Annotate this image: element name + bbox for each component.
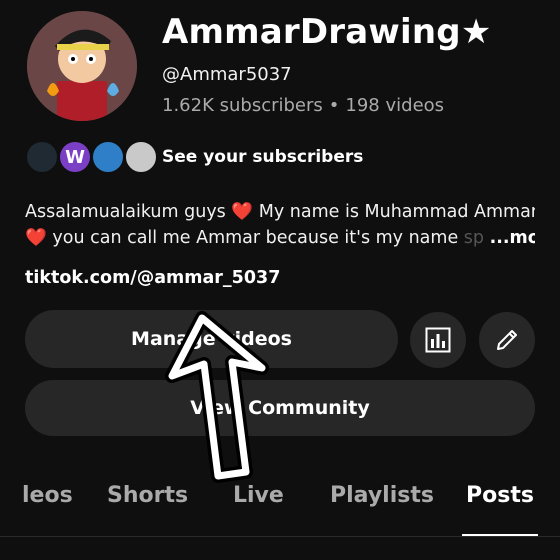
pencil-icon xyxy=(497,330,517,350)
heart-icon: ❤️ xyxy=(231,202,254,222)
analytics-button[interactable] xyxy=(410,312,466,368)
view-community-label: View Community xyxy=(190,397,370,419)
analytics-icon xyxy=(425,327,451,353)
avatar-illustration xyxy=(27,11,137,121)
more-link[interactable]: ...more xyxy=(490,228,535,248)
subscriber-avatar xyxy=(124,140,158,174)
description-text-faded: sp xyxy=(463,228,485,248)
heart-icon: ❤️ xyxy=(25,228,47,248)
channel-avatar[interactable] xyxy=(27,11,137,121)
channel-name: AmmarDrawing★ xyxy=(162,12,492,52)
stats-separator: • xyxy=(328,95,340,116)
subscriber-count: 1.62K subscribers xyxy=(162,95,323,116)
view-community-button[interactable]: View Community xyxy=(25,380,535,436)
description-text: My name is Muhammad Ammar xyxy=(258,202,535,222)
manage-videos-button[interactable]: Manage videos xyxy=(25,310,398,368)
manage-videos-label: Manage videos xyxy=(131,328,292,350)
tab-posts[interactable]: Posts xyxy=(466,483,534,508)
tab-live[interactable]: Live xyxy=(233,483,284,508)
tabs-divider xyxy=(0,536,560,537)
subscriber-avatar: W xyxy=(58,140,92,174)
see-subscribers-link[interactable]: See your subscribers xyxy=(162,147,363,167)
see-subscribers-row[interactable]: W See your subscribers xyxy=(25,138,365,178)
channel-tabs: leos Shorts Live Playlists Posts xyxy=(0,478,560,537)
channel-stats: 1.62K subscribers • 198 videos xyxy=(162,95,444,116)
channel-description[interactable]: Assalamualaikum guys ❤️ My name is Muham… xyxy=(25,199,535,251)
tab-playlists[interactable]: Playlists xyxy=(330,483,434,508)
subscriber-avatar xyxy=(91,140,125,174)
video-count: 198 videos xyxy=(345,95,445,116)
channel-handle: @Ammar5037 xyxy=(162,64,292,85)
subscriber-avatar xyxy=(25,140,59,174)
description-text: Assalamualaikum guys xyxy=(25,202,226,222)
description-text: you can call me Ammar because it's my na… xyxy=(52,228,459,248)
external-link[interactable]: tiktok.com/@ammar_5037 xyxy=(25,268,280,288)
tab-shorts[interactable]: Shorts xyxy=(107,483,188,508)
tab-videos[interactable]: leos xyxy=(22,483,73,508)
subscriber-avatar-letter: W xyxy=(65,146,85,168)
edit-button[interactable] xyxy=(479,312,535,368)
